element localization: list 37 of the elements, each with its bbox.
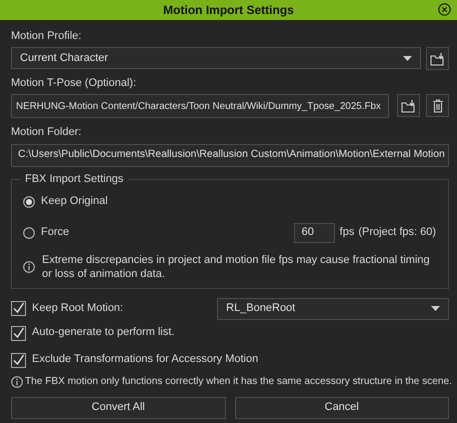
folder-arrow-icon bbox=[401, 98, 416, 113]
info-text: Extreme discrepancies in project and motion file fps may cause fractional timing or loss of animation data. bbox=[42, 252, 431, 282]
unit-label: fps bbox=[340, 226, 354, 240]
folder-path-field[interactable]: C:\Users\Public\Documents\Reallusion\Reallusion Custom\Animation\Motion\External Motion bbox=[11, 144, 449, 167]
profile-dropdown[interactable]: Current Character bbox=[11, 47, 420, 70]
field-label: Motion T-Pose (Optional): bbox=[11, 77, 138, 90]
radio-label[interactable]: Force bbox=[41, 226, 70, 240]
field-label: Motion Folder: bbox=[11, 126, 82, 140]
info-icon bbox=[23, 260, 35, 273]
checkbox-label[interactable]: Auto-generate to perform list. bbox=[32, 326, 174, 340]
info-icon bbox=[11, 376, 23, 388]
field-label: Motion Profile: bbox=[11, 30, 82, 44]
checkbox-label[interactable]: Keep Root Motion: bbox=[32, 302, 124, 316]
checkbox[interactable] bbox=[11, 326, 26, 341]
radio-button[interactable] bbox=[23, 196, 35, 208]
close-icon[interactable] bbox=[438, 3, 451, 16]
trash-icon bbox=[432, 98, 444, 113]
folder-arrow-icon bbox=[430, 52, 445, 66]
radio-label[interactable]: Keep Original bbox=[41, 194, 108, 208]
checkbox[interactable] bbox=[11, 352, 26, 368]
project-fps-label: (Project fps: 60) bbox=[358, 226, 436, 240]
dialog-button[interactable]: Cancel bbox=[234, 396, 449, 419]
radio-button[interactable] bbox=[23, 226, 35, 239]
delete-button[interactable] bbox=[426, 94, 449, 118]
fps-field[interactable]: 60 bbox=[294, 222, 335, 243]
window-title: Motion Import Settings bbox=[163, 2, 294, 18]
checkbox[interactable] bbox=[11, 301, 26, 316]
folder-button[interactable] bbox=[397, 94, 420, 118]
folder-button[interactable] bbox=[426, 47, 449, 70]
root-dropdown[interactable]: RL_BoneRoot bbox=[217, 298, 449, 320]
info-text: The FBX motion only functions correctly when it has the same accessory structure in the scene. bbox=[25, 376, 452, 388]
caret-icon bbox=[402, 56, 412, 61]
caret-icon bbox=[431, 306, 440, 312]
section-legend: FBX Import Settings bbox=[20, 172, 128, 186]
checkbox-label[interactable]: Exclude Transformations for Accessory Motion bbox=[32, 353, 258, 367]
dialog-button[interactable]: Convert All bbox=[11, 396, 226, 419]
tpose-path-field[interactable]: NERHUNG-Motion Content/Characters/Toon Neutral/Wiki/Dummy_Tpose_2025.Fbx bbox=[11, 94, 389, 118]
